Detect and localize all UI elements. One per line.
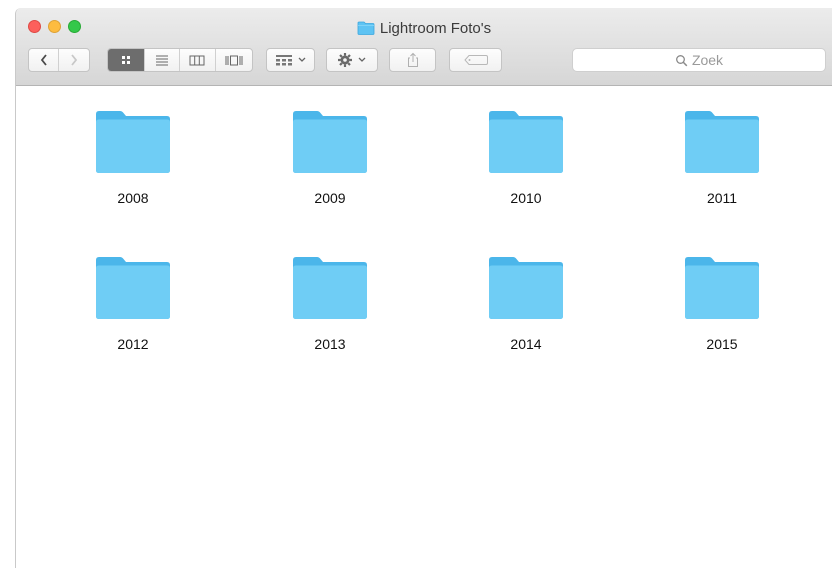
folder-icon [683,256,761,320]
folder-icon [487,256,565,320]
folder-grid: 2008 2009 2010 2011 2012 2013 2014 2015 [16,86,832,568]
folder-name: 2010 [510,190,542,206]
share-button[interactable] [389,48,436,72]
folder-icon [94,110,172,174]
share-icon [407,52,418,67]
folder-name: 2009 [314,190,346,206]
folder-item[interactable]: 2012 [78,256,188,366]
column-view-button[interactable] [180,49,216,71]
folder-icon [291,256,369,320]
folder-icon [94,256,172,320]
folder-icon [487,110,565,174]
finder-window: Lightroom Foto's Zoek 2008 2009 2010 201… [15,8,832,568]
search-icon [675,54,688,66]
column-view-icon [189,55,205,66]
folder-item[interactable]: 2015 [667,256,777,366]
folder-name: 2008 [117,190,149,206]
list-view-icon [155,55,168,66]
coverflow-view-button[interactable] [216,49,252,71]
gear-icon [338,53,352,67]
folder-item[interactable]: 2014 [471,256,581,366]
back-button[interactable] [29,49,60,71]
window-title-text: Lightroom Foto's [379,19,492,37]
chevron-right-icon [71,54,78,66]
search-field[interactable]: Zoek [572,48,826,72]
folder-icon [683,110,761,174]
search-placeholder: Zoek [691,52,724,68]
coverflow-view-icon [225,55,243,66]
folder-name: 2014 [510,336,542,352]
chevron-down-icon [358,57,366,62]
icon-view-button[interactable] [108,49,145,71]
folder-icon [357,21,375,35]
title-bar: Lightroom Foto's Zoek [16,8,832,86]
navigation-buttons [28,48,90,72]
arrange-grid-icon [275,55,292,66]
folder-name: 2015 [706,336,738,352]
tag-button[interactable] [449,48,502,72]
folder-item[interactable]: 2011 [667,110,777,220]
list-view-button[interactable] [145,49,181,71]
view-mode-selector [107,48,253,72]
folder-item[interactable]: 2008 [78,110,188,220]
folder-item[interactable]: 2010 [471,110,581,220]
chevron-left-icon [40,54,47,66]
tag-icon [463,55,488,65]
folder-name: 2011 [706,190,738,206]
action-button[interactable] [326,48,378,72]
forward-button[interactable] [59,49,89,71]
folder-name: 2013 [314,336,346,352]
icon-view-icon [121,56,130,64]
arrange-button[interactable] [266,48,315,72]
folder-name: 2012 [117,336,149,352]
folder-item[interactable]: 2013 [275,256,385,366]
window-title: Lightroom Foto's [16,19,832,37]
folder-icon [291,110,369,174]
folder-item[interactable]: 2009 [275,110,385,220]
chevron-down-icon [298,57,305,62]
